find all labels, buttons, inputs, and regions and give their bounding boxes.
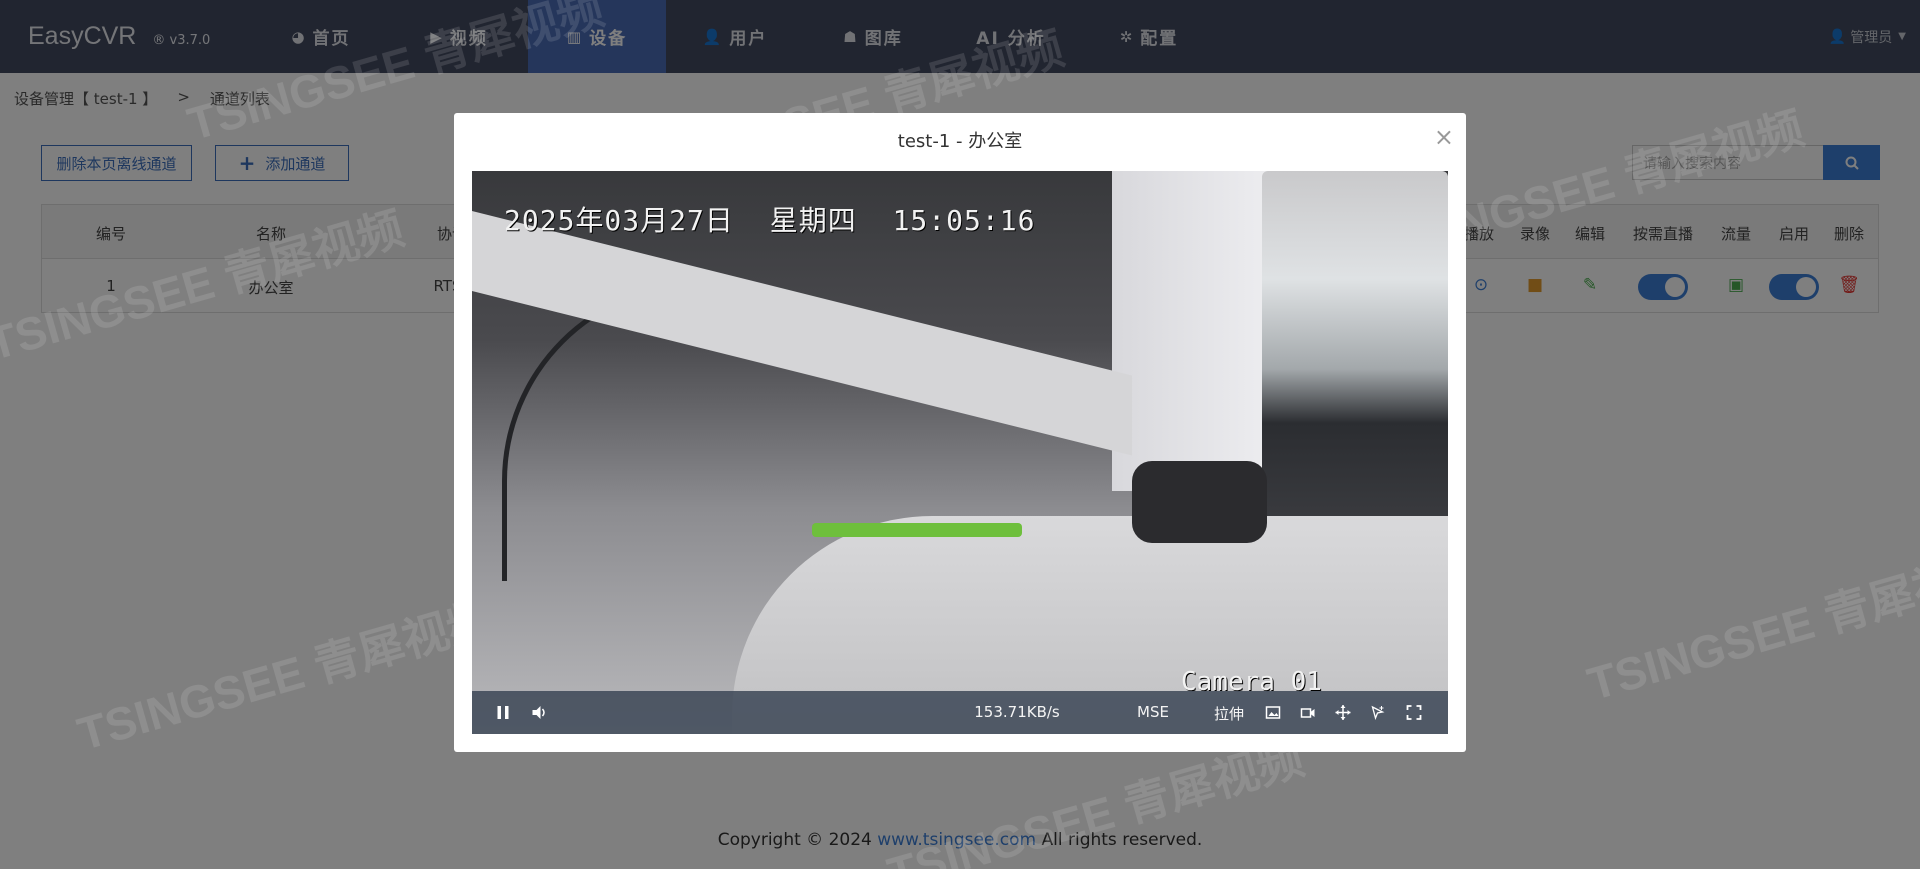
zoom-pointer-icon[interactable] — [1371, 705, 1386, 720]
close-icon[interactable]: × — [1434, 125, 1454, 149]
player-control-bar: 153.71KB/s MSE 拉伸 — [472, 691, 1448, 734]
pause-icon[interactable] — [496, 705, 511, 720]
video-cap — [1132, 461, 1267, 543]
video-green-object — [812, 523, 1022, 537]
modal-title: test-1 - 办公室 — [897, 131, 1023, 152]
watermark: TSINGSEE 青犀视频 — [0, 201, 410, 371]
watermark: TSINGSEE 青犀视频 — [71, 591, 500, 761]
fullscreen-icon[interactable] — [1406, 705, 1422, 720]
osd-timestamp: 2025年03月27日 星期四 15:05:16 — [504, 204, 1036, 237]
ptz-move-icon[interactable] — [1335, 705, 1351, 720]
video-wall — [1112, 171, 1272, 491]
bitrate-label: 153.71KB/s — [974, 703, 1060, 721]
stream-mode-label[interactable]: MSE — [1137, 703, 1169, 721]
volume-icon[interactable] — [532, 705, 547, 720]
stretch-button[interactable]: 拉伸 — [1214, 703, 1244, 724]
snapshot-icon[interactable] — [1265, 705, 1281, 720]
video-player-modal: test-1 - 办公室 × 2025年03月27日 星期四 15:05:16 … — [454, 113, 1466, 752]
record-icon[interactable] — [1300, 705, 1316, 720]
watermark: TSINGSEE 青犀视频 — [1581, 541, 1920, 711]
video-bottle — [1262, 171, 1448, 531]
video-stream[interactable]: 2025年03月27日 星期四 15:05:16 Camera 01 153.7… — [472, 171, 1448, 734]
